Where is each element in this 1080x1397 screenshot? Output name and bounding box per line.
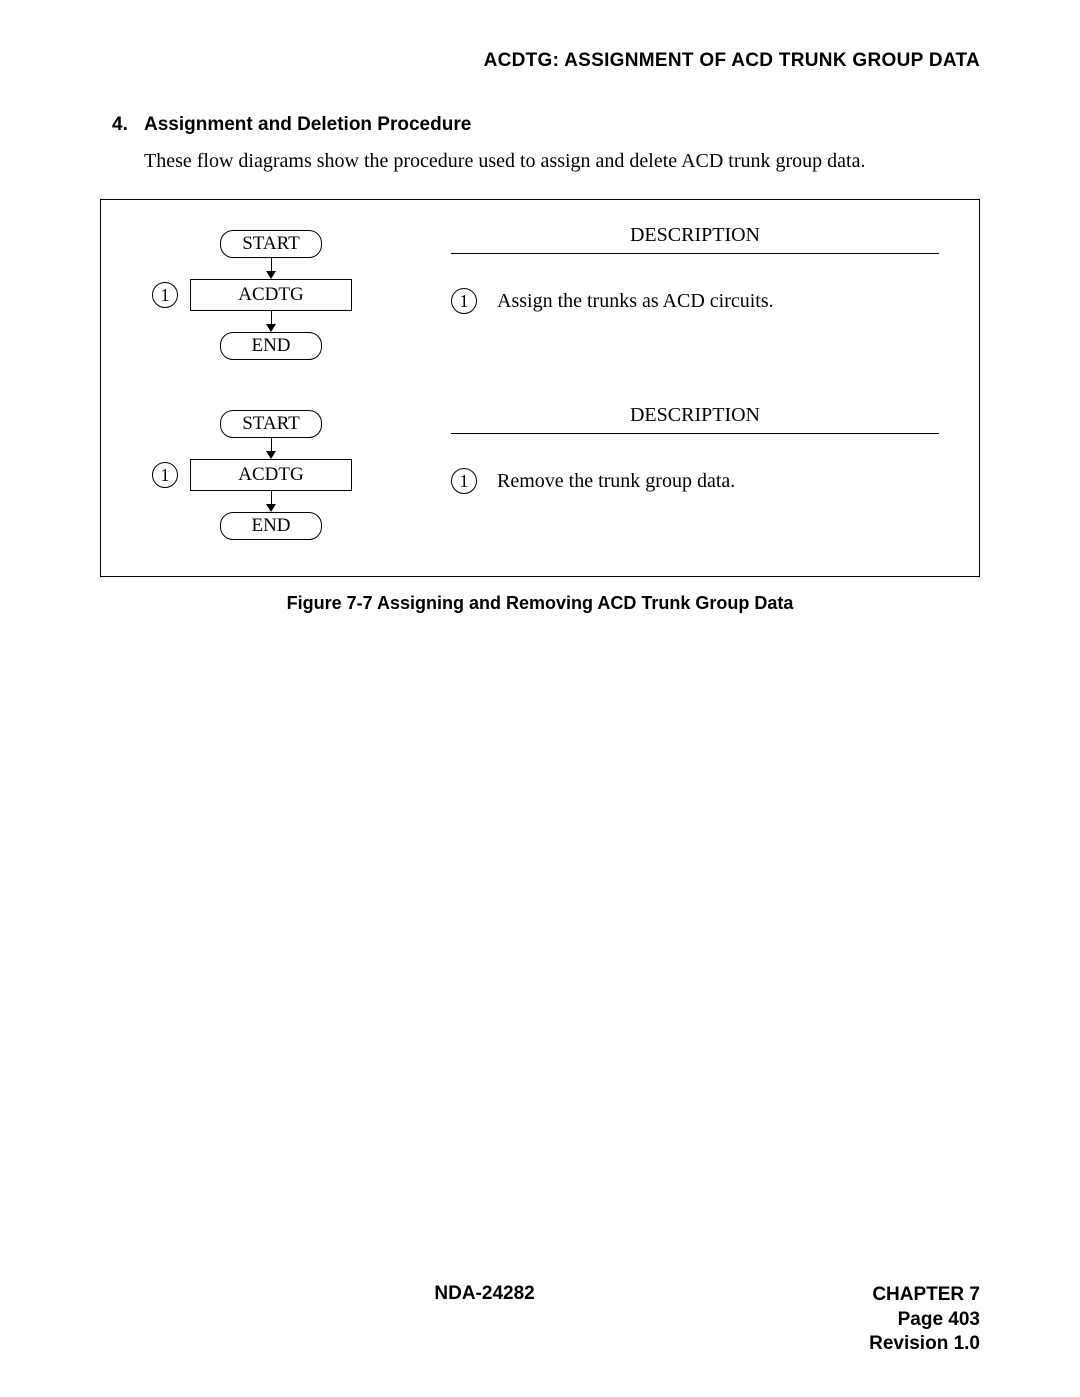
description-row: 1 Remove the trunk group data.	[451, 468, 939, 494]
section: 4.Assignment and Deletion Procedure Thes…	[100, 114, 980, 173]
footer-page: Page 403	[869, 1308, 980, 1333]
connector-arrow-icon	[266, 324, 276, 332]
connector-arrow-icon	[266, 451, 276, 459]
connector-line	[271, 491, 272, 505]
description-number-circle: 1	[451, 468, 477, 494]
page: ACDTG: ASSIGNMENT OF ACD TRUNK GROUP DAT…	[0, 0, 1080, 1397]
connector-line	[271, 311, 272, 325]
description-text: Assign the trunks as ACD circuits.	[497, 290, 774, 313]
step-box: ACDTG	[190, 459, 352, 491]
section-number: 4.	[112, 114, 144, 136]
flow-connector	[266, 438, 276, 459]
connector-arrow-icon	[266, 504, 276, 512]
step-number-circle: 1	[152, 282, 178, 308]
flow-end: END	[220, 332, 322, 360]
footer-right: CHAPTER 7 Page 403 Revision 1.0	[869, 1283, 980, 1357]
description-title: DESCRIPTION	[451, 224, 939, 254]
description-title: DESCRIPTION	[451, 404, 939, 434]
flow-start: START	[220, 410, 322, 438]
flow-connector	[266, 258, 276, 279]
figure-box: START 1 ACDTG END DESCRIPTION 1	[100, 199, 980, 577]
section-heading: 4.Assignment and Deletion Procedure	[112, 114, 980, 136]
description-column: DESCRIPTION 1 Remove the trunk group dat…	[451, 404, 939, 540]
flow-block: START 1 ACDTG END DESCRIPTION 1	[141, 230, 939, 360]
description-row: 1 Assign the trunks as ACD circuits.	[451, 288, 939, 314]
flow-end: END	[220, 512, 322, 540]
flow-column: START 1 ACDTG END	[141, 230, 401, 360]
step-box: ACDTG	[190, 279, 352, 311]
step-number-circle: 1	[152, 462, 178, 488]
connector-line	[271, 438, 272, 452]
figure-caption: Figure 7-7 Assigning and Removing ACD Tr…	[100, 593, 980, 614]
description-number-circle: 1	[451, 288, 477, 314]
flow-connector	[266, 491, 276, 512]
footer-chapter: CHAPTER 7	[869, 1283, 980, 1308]
flow-start: START	[220, 230, 322, 258]
flow-column: START 1 ACDTG END	[141, 410, 401, 540]
flow-step: 1 ACDTG	[152, 279, 352, 311]
description-text: Remove the trunk group data.	[497, 470, 735, 493]
footer-revision: Revision 1.0	[869, 1332, 980, 1357]
section-intro: These flow diagrams show the procedure u…	[144, 150, 980, 173]
page-header-title: ACDTG: ASSIGNMENT OF ACD TRUNK GROUP DAT…	[100, 50, 980, 72]
description-column: DESCRIPTION 1 Assign the trunks as ACD c…	[451, 224, 939, 360]
flow-connector	[266, 311, 276, 332]
connector-arrow-icon	[266, 271, 276, 279]
flow-step: 1 ACDTG	[152, 459, 352, 491]
connector-line	[271, 258, 272, 272]
flow-block: START 1 ACDTG END DESCRIPTION 1	[141, 410, 939, 540]
page-footer: NDA-24282 CHAPTER 7 Page 403 Revision 1.…	[100, 1283, 980, 1357]
footer-doc-id: NDA-24282	[100, 1283, 869, 1357]
section-title: Assignment and Deletion Procedure	[144, 114, 471, 135]
